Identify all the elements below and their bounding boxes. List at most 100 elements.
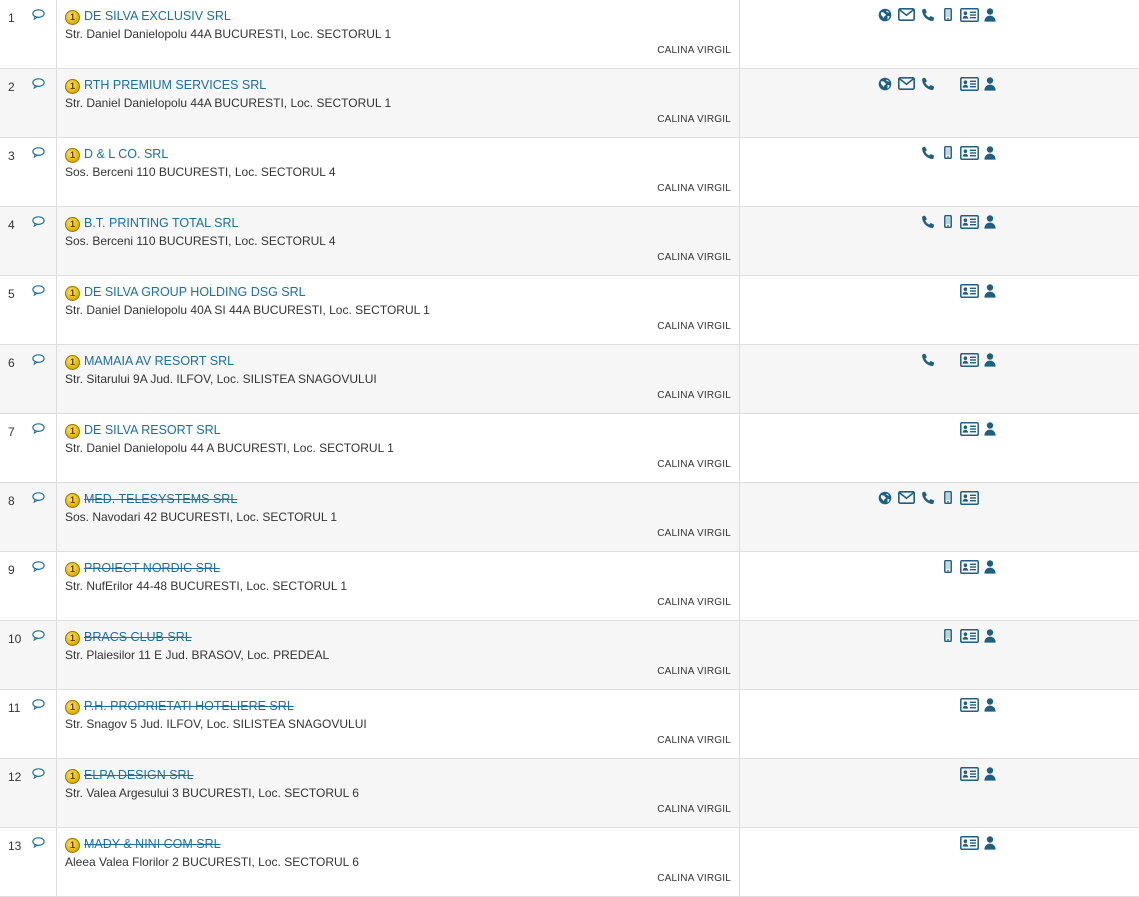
rank-coin-icon: 1 (65, 424, 80, 439)
agent-name: CALINA VIRGIL (657, 597, 731, 608)
person-icon[interactable] (984, 284, 996, 300)
table-row: 7 1 DE SILVA RESORT SRL Str. Daniel Danielo… (0, 414, 1139, 483)
mail-icon[interactable] (898, 8, 915, 24)
company-name-link[interactable]: MED. TELESYSTEMS SRL (84, 492, 237, 506)
id-card-icon[interactable] (960, 146, 979, 162)
id-card-icon[interactable] (960, 629, 979, 645)
table-row: 12 1 ELPA DESIGN SRL Str. Valea Argesului 3… (0, 759, 1139, 828)
company-cell: 1 MAMAIA AV RESORT SRL Str. Sitarului 9A J… (57, 345, 740, 413)
agent-name: CALINA VIRGIL (657, 804, 731, 815)
id-card-icon[interactable] (960, 77, 979, 93)
comment-icon[interactable] (32, 423, 45, 435)
company-name-link[interactable]: DE SILVA EXCLUSIV SRL (84, 9, 231, 23)
row-number: 8 (8, 494, 15, 508)
mobile-icon[interactable] (944, 629, 952, 645)
company-name-link[interactable]: B.T. PRINTING TOTAL SRL (84, 216, 238, 230)
contact-icons (878, 8, 998, 24)
id-card-icon[interactable] (960, 284, 979, 300)
id-card-icon[interactable] (960, 8, 979, 24)
person-icon[interactable] (984, 836, 996, 852)
contact-icons (878, 836, 998, 852)
row-number: 12 (8, 770, 22, 784)
company-name-link[interactable]: MAMAIA AV RESORT SRL (84, 354, 234, 368)
mobile-icon[interactable] (944, 560, 952, 576)
person-icon[interactable] (984, 77, 996, 93)
comment-icon[interactable] (32, 768, 45, 780)
company-address: Aleea Valea Florilor 2 BUCURESTI, Loc. S… (65, 855, 359, 869)
company-address: Str. Plaiesilor 11 E Jud. BRASOV, Loc. P… (65, 648, 330, 662)
row-number: 13 (8, 839, 22, 853)
comment-icon[interactable] (32, 492, 45, 504)
contact-icons (878, 560, 998, 576)
comment-icon[interactable] (32, 837, 45, 849)
person-icon[interactable] (984, 215, 996, 231)
person-icon[interactable] (984, 422, 996, 438)
table-row: 6 1 MAMAIA AV RESORT SRL Str. Sitarului 9A … (0, 345, 1139, 414)
company-address: Sos. Berceni 110 BUCURESTI, Loc. SECTORU… (65, 165, 336, 179)
contact-icons (878, 491, 998, 507)
id-card-icon[interactable] (960, 836, 979, 852)
id-card-icon[interactable] (960, 422, 979, 438)
id-card-icon[interactable] (960, 767, 979, 783)
table-row: 3 1 D & L CO. SRL Sos. Berceni 110 BUCUREST… (0, 138, 1139, 207)
mobile-icon[interactable] (944, 8, 952, 24)
comment-icon[interactable] (32, 216, 45, 228)
mail-icon[interactable] (898, 491, 915, 507)
company-name-link[interactable]: MADY & NINI COM SRL (84, 837, 221, 851)
company-name-link[interactable]: BRACS CLUB SRL (84, 630, 192, 644)
contact-icons (878, 215, 998, 231)
comment-icon[interactable] (32, 9, 45, 21)
phone-icon[interactable] (921, 146, 935, 162)
company-cell: 1 B.T. PRINTING TOTAL SRL Sos. Berceni 110… (57, 207, 740, 275)
mobile-icon[interactable] (944, 215, 952, 231)
comment-icon[interactable] (32, 699, 45, 711)
company-cell: 1 P.H. PROPRIETATI HOTELIERE SRL Str. Snag… (57, 690, 740, 758)
phone-icon[interactable] (921, 215, 935, 231)
company-cell: 1 ELPA DESIGN SRL Str. Valea Argesului 3 B… (57, 759, 740, 827)
company-name-link[interactable]: P.H. PROPRIETATI HOTELIERE SRL (84, 699, 294, 713)
mobile-icon[interactable] (944, 146, 952, 162)
row-number-cell: 1 (0, 0, 57, 68)
person-icon[interactable] (984, 353, 996, 369)
globe-icon[interactable] (878, 77, 892, 93)
comment-icon[interactable] (32, 147, 45, 159)
person-icon[interactable] (984, 8, 996, 24)
comment-icon[interactable] (32, 630, 45, 642)
phone-icon[interactable] (921, 491, 935, 507)
company-name-link[interactable]: ELPA DESIGN SRL (84, 768, 194, 782)
mail-icon[interactable] (898, 77, 915, 93)
comment-icon[interactable] (32, 561, 45, 573)
person-icon[interactable] (984, 698, 996, 714)
company-address: Str. Snagov 5 Jud. ILFOV, Loc. SILISTEA … (65, 717, 367, 731)
row-number: 3 (8, 149, 15, 163)
person-icon[interactable] (984, 767, 996, 783)
id-card-icon[interactable] (960, 560, 979, 576)
phone-icon[interactable] (921, 353, 935, 369)
id-card-icon[interactable] (960, 491, 979, 507)
id-card-icon[interactable] (960, 215, 979, 231)
row-number: 11 (8, 701, 21, 715)
company-name-link[interactable]: DE SILVA GROUP HOLDING DSG SRL (84, 285, 306, 299)
person-icon[interactable] (984, 146, 996, 162)
comment-icon[interactable] (32, 285, 45, 297)
rank-coin-icon: 1 (65, 286, 80, 301)
phone-icon[interactable] (921, 77, 935, 93)
globe-icon[interactable] (878, 8, 892, 24)
phone-icon[interactable] (921, 8, 935, 24)
person-icon[interactable] (984, 629, 996, 645)
company-name-link[interactable]: D & L CO. SRL (84, 147, 168, 161)
mobile-icon[interactable] (944, 491, 952, 507)
rank-coin-icon: 1 (65, 148, 80, 163)
company-name-link[interactable]: RTH PREMIUM SERVICES SRL (84, 78, 266, 92)
comment-icon[interactable] (32, 354, 45, 366)
company-name-link[interactable]: DE SILVA RESORT SRL (84, 423, 221, 437)
rank-coin-icon: 1 (65, 79, 80, 94)
comment-icon[interactable] (32, 78, 45, 90)
agent-name: CALINA VIRGIL (657, 252, 731, 263)
id-card-icon[interactable] (960, 698, 979, 714)
globe-icon[interactable] (878, 491, 892, 507)
person-icon[interactable] (984, 560, 996, 576)
company-name-link[interactable]: PROIECT NORDIC SRL (84, 561, 220, 575)
id-card-icon[interactable] (960, 353, 979, 369)
company-cell: 1 DE SILVA RESORT SRL Str. Daniel Danielop… (57, 414, 740, 482)
